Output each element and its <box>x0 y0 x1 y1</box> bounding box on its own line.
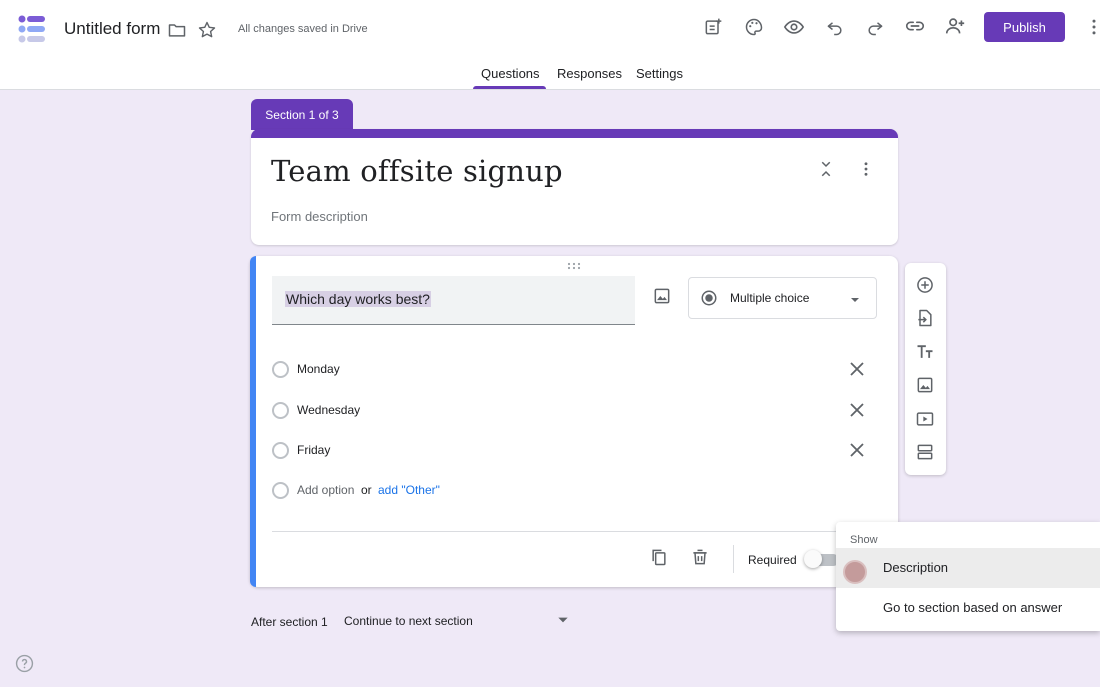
footer-divider <box>272 531 876 532</box>
doc-title[interactable]: Untitled form <box>64 19 160 39</box>
remove-option-icon[interactable] <box>846 439 868 461</box>
add-title-icon[interactable] <box>914 341 936 363</box>
floating-toolbar <box>905 263 946 475</box>
save-status: All changes saved in Drive <box>238 23 368 35</box>
more-vert-icon[interactable] <box>1082 15 1100 39</box>
question-input[interactable]: Which day works best? <box>272 276 635 325</box>
star-icon[interactable] <box>195 18 219 42</box>
footer-separator <box>733 545 734 573</box>
option-label[interactable]: Wednesday <box>297 403 360 417</box>
drag-handle-icon[interactable] <box>567 262 581 270</box>
form-description[interactable]: Form description <box>271 209 368 224</box>
add-video-icon[interactable] <box>914 408 936 430</box>
add-image-icon[interactable] <box>914 374 936 396</box>
radio-icon <box>272 442 289 459</box>
menu-item-label: Description <box>883 560 949 575</box>
tab-bar: Questions Responses Settings <box>0 58 1100 90</box>
import-questions-icon[interactable] <box>914 307 936 329</box>
section-more-icon[interactable] <box>854 157 878 181</box>
radio-icon <box>272 402 289 419</box>
tab-questions[interactable]: Questions <box>481 66 540 81</box>
menu-item-description[interactable]: Description <box>836 548 1100 588</box>
add-option-row: Add option or add "Other" <box>272 479 872 503</box>
after-section-value: Continue to next section <box>344 614 473 628</box>
section-title-card[interactable]: Team offsite signup Form description <box>251 129 898 245</box>
remove-option-icon[interactable] <box>846 399 868 421</box>
help-icon[interactable] <box>15 654 34 673</box>
after-section-select[interactable]: Continue to next section <box>337 605 575 637</box>
app-header: Untitled form All changes saved in Drive… <box>0 0 1100 90</box>
click-ripple <box>843 560 867 584</box>
question-type-label: Multiple choice <box>730 291 810 305</box>
preview-icon[interactable] <box>782 15 806 39</box>
collapse-section-icon[interactable] <box>814 157 838 181</box>
question-card[interactable]: Which day works best? Multiple choice Mo… <box>250 256 898 587</box>
required-toggle-knob[interactable] <box>804 550 822 568</box>
add-option-button[interactable]: Add option <box>297 483 354 497</box>
link-icon[interactable] <box>903 14 927 38</box>
add-image-to-question-icon[interactable] <box>650 284 674 308</box>
publish-button[interactable]: Publish <box>984 12 1065 42</box>
or-label: or <box>361 483 372 497</box>
radio-icon <box>272 361 289 378</box>
remove-option-icon[interactable] <box>846 358 868 380</box>
tab-settings[interactable]: Settings <box>636 66 683 81</box>
forms-logo-icon[interactable] <box>17 14 47 44</box>
form-title[interactable]: Team offsite signup <box>271 154 563 188</box>
menu-header: Show <box>850 534 878 546</box>
palette-icon[interactable] <box>742 15 766 39</box>
redo-icon[interactable] <box>863 15 887 39</box>
menu-item-go-to-section[interactable]: Go to section based on answer <box>836 588 1100 628</box>
tab-responses[interactable]: Responses <box>557 66 622 81</box>
duplicate-icon[interactable] <box>648 546 670 568</box>
undo-icon[interactable] <box>823 15 847 39</box>
chevron-down-icon <box>851 298 859 302</box>
active-card-indicator <box>250 256 256 587</box>
section-tag: Section 1 of 3 <box>251 99 353 130</box>
option-row[interactable]: Friday <box>272 439 872 463</box>
add-other-link[interactable]: add "Other" <box>378 483 440 497</box>
add-question-icon[interactable] <box>914 274 936 296</box>
active-tab-indicator <box>473 86 546 89</box>
chevron-down-icon <box>558 617 568 623</box>
required-label: Required <box>748 553 797 567</box>
addon-icon[interactable] <box>701 15 725 39</box>
add-collaborator-icon[interactable] <box>943 14 967 38</box>
show-menu: Show Description Go to section based on … <box>836 522 1100 631</box>
delete-icon[interactable] <box>689 546 711 568</box>
question-type-select[interactable]: Multiple choice <box>688 277 877 319</box>
add-section-icon[interactable] <box>914 441 936 463</box>
option-label[interactable]: Monday <box>297 362 340 376</box>
radio-icon <box>272 482 289 499</box>
after-section-label: After section 1 <box>251 615 328 629</box>
option-row[interactable]: Monday <box>272 358 872 382</box>
option-label[interactable]: Friday <box>297 443 330 457</box>
question-text: Which day works best? <box>285 291 431 307</box>
menu-item-label: Go to section based on answer <box>883 600 1063 615</box>
option-row[interactable]: Wednesday <box>272 399 872 423</box>
folder-icon[interactable] <box>165 18 189 42</box>
radio-button-icon <box>701 290 717 306</box>
